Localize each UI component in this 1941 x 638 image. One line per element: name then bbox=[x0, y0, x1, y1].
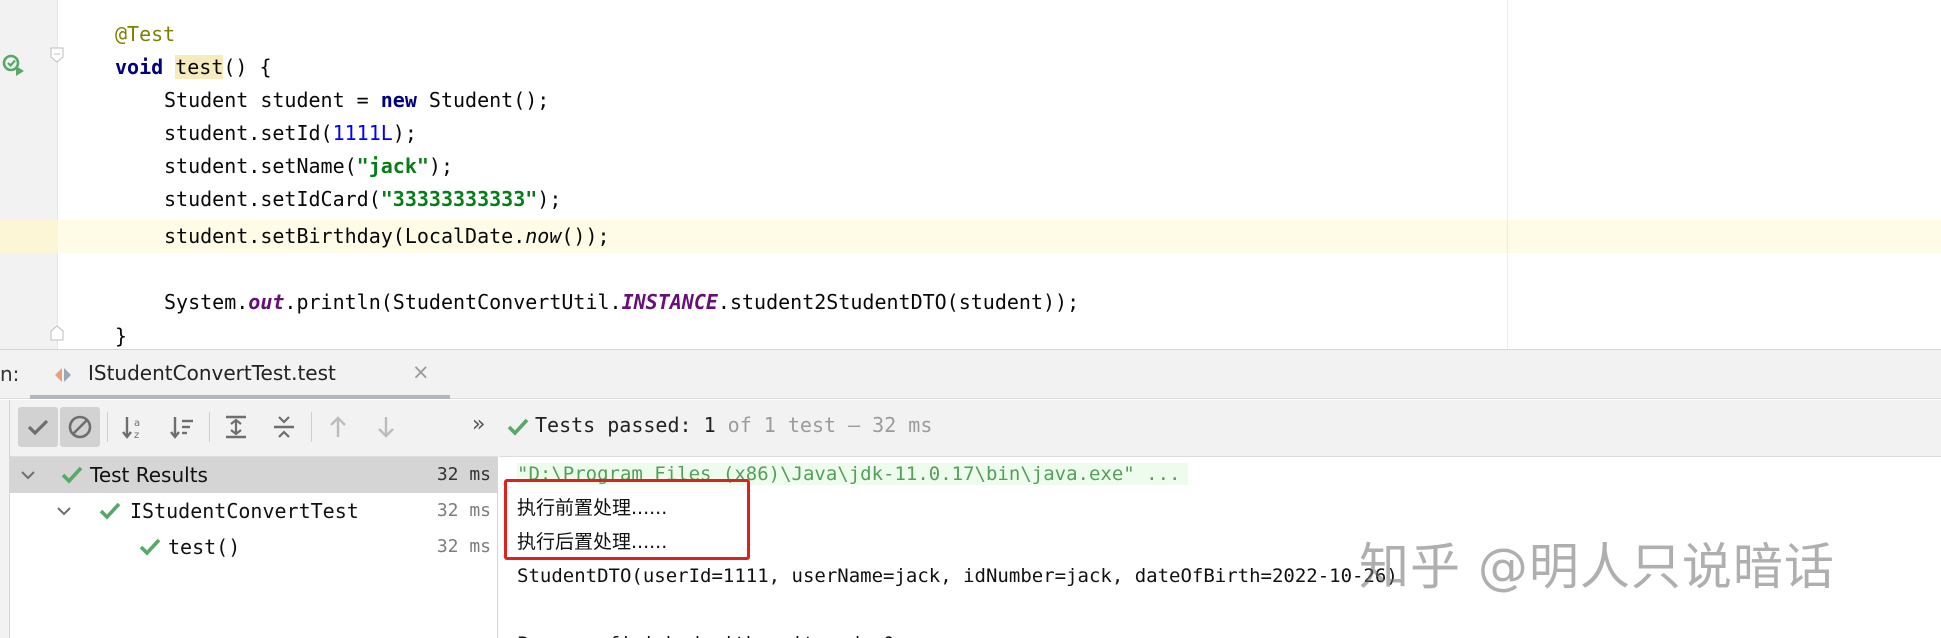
sort-alphabetically-button[interactable]: az bbox=[114, 407, 154, 447]
code-line-set-birthday[interactable]: student.setBirthday(LocalDate.now()); bbox=[164, 220, 610, 253]
code-token: ); bbox=[428, 154, 453, 178]
collapse-all-button[interactable] bbox=[264, 407, 304, 447]
expand-all-icon bbox=[226, 415, 246, 439]
code-token: ()); bbox=[561, 224, 610, 248]
highlight-box bbox=[504, 479, 750, 560]
show-ignored-icon bbox=[68, 415, 92, 439]
field-token: INSTANCE bbox=[621, 290, 718, 314]
tree-row-test-results[interactable]: Test Results 32 ms bbox=[10, 457, 497, 493]
toolbar-separator bbox=[107, 412, 108, 442]
passed-check-icon bbox=[99, 502, 121, 520]
code-line-set-id-card[interactable]: student.setIdCard("33333333333"); bbox=[164, 183, 561, 216]
code-line-new-student[interactable]: Student student = new Student(); bbox=[164, 84, 549, 117]
run-tool-window-header: n: IStudentConvertTest.test × bbox=[0, 349, 1941, 399]
show-passed-icon bbox=[27, 419, 49, 436]
sort-duration-icon bbox=[170, 417, 193, 439]
annotation-token: @Test bbox=[115, 22, 176, 46]
code-line-method-decl[interactable]: void test() { bbox=[115, 51, 272, 84]
show-passed-button[interactable] bbox=[18, 407, 58, 447]
code-token: .println(StudentConvertUtil. bbox=[284, 290, 622, 314]
method-name-token: test bbox=[175, 55, 224, 79]
run-tab-label: IStudentConvertTest.test bbox=[88, 361, 336, 385]
show-ignored-button[interactable] bbox=[60, 407, 100, 447]
keyword-token: void bbox=[115, 55, 164, 79]
run-test-icon[interactable] bbox=[2, 52, 28, 78]
code-token: student.setId( bbox=[164, 121, 333, 145]
string-token: "33333333333" bbox=[380, 187, 538, 211]
code-line-println[interactable]: System.out.println(StudentConvertUtil.IN… bbox=[164, 286, 1079, 319]
run-window-label: n: bbox=[0, 362, 20, 386]
code-token: } bbox=[115, 324, 128, 348]
fold-end-icon[interactable] bbox=[50, 325, 64, 341]
test-runner-toolbar: az » Tests passed: 1 of 1 test – 32 ms bbox=[10, 400, 1941, 456]
method-token: now bbox=[525, 224, 562, 248]
more-actions-button[interactable]: » bbox=[472, 412, 485, 437]
test-results-tree[interactable]: Test Results 32 ms IStudentConvertTest 3… bbox=[10, 456, 498, 638]
tree-item-duration: 32 ms bbox=[436, 464, 491, 485]
code-token: System. bbox=[164, 290, 249, 314]
code-token: student.setName( bbox=[164, 154, 357, 178]
caret-row-gutter-highlight bbox=[0, 220, 58, 253]
fold-icon[interactable] bbox=[50, 47, 64, 63]
svg-text:z: z bbox=[134, 430, 139, 441]
status-count: 1 bbox=[703, 413, 716, 437]
sort-by-duration-button[interactable] bbox=[162, 407, 202, 447]
code-editor[interactable]: @Test void test() { Student student = ne… bbox=[0, 0, 1941, 349]
tree-row-test-class[interactable]: IStudentConvertTest 32 ms bbox=[10, 493, 497, 529]
chevron-down-icon[interactable] bbox=[54, 501, 74, 521]
code-token: () { bbox=[223, 55, 272, 79]
right-margin-guide bbox=[1507, 0, 1508, 349]
tree-item-duration: 32 ms bbox=[436, 500, 491, 521]
tree-item-label: Test Results bbox=[90, 463, 208, 487]
next-failed-button[interactable] bbox=[366, 407, 406, 447]
chevron-down-icon[interactable] bbox=[18, 465, 38, 485]
tree-item-label: IStudentConvertTest bbox=[130, 499, 359, 523]
collapse-all-icon bbox=[274, 416, 294, 438]
code-line-set-name[interactable]: student.setName("jack"); bbox=[164, 150, 453, 183]
code-token: ); bbox=[392, 121, 417, 145]
next-failed-icon bbox=[378, 417, 394, 438]
status-label: Tests passed: bbox=[535, 413, 704, 437]
tests-passed-icon bbox=[507, 418, 529, 436]
sort-alpha-icon: az bbox=[122, 417, 140, 441]
toolbar-separator bbox=[209, 412, 210, 442]
watermark: 知乎 @明人只说暗话 bbox=[1359, 538, 1835, 596]
passed-check-icon bbox=[139, 538, 161, 556]
code-line-annotation[interactable]: @Test bbox=[115, 18, 175, 51]
status-summary: of 1 test – 32 ms bbox=[715, 413, 933, 437]
test-status: Tests passed: 1 of 1 test – 32 ms bbox=[535, 413, 932, 437]
active-tab-indicator bbox=[30, 395, 450, 399]
number-token: 1111L bbox=[332, 121, 393, 145]
code-line-close-brace[interactable]: } bbox=[115, 320, 127, 349]
tree-item-duration: 32 ms bbox=[436, 536, 491, 557]
run-tab[interactable]: IStudentConvertTest.test × bbox=[30, 350, 450, 399]
console-line-exit: Process finished with exit code 0 bbox=[517, 627, 895, 638]
tree-item-label: test() bbox=[168, 535, 241, 559]
field-token: out bbox=[248, 290, 285, 314]
code-token: ); bbox=[537, 187, 562, 211]
svg-text:a: a bbox=[134, 418, 140, 429]
close-icon[interactable]: × bbox=[412, 360, 430, 384]
string-token: "jack" bbox=[356, 154, 429, 178]
passed-check-icon bbox=[61, 466, 83, 484]
code-token: .student2StudentDTO(student)); bbox=[717, 290, 1080, 314]
code-token: student.setBirthday(LocalDate. bbox=[164, 224, 526, 248]
console-output[interactable]: "D:\Program Files (x86)\Java\jdk-11.0.17… bbox=[499, 456, 1941, 638]
code-token: Student student = bbox=[164, 88, 381, 112]
test-config-icon bbox=[55, 368, 71, 382]
code-line-set-id[interactable]: student.setId(1111L); bbox=[164, 117, 417, 150]
tool-window-left-strip bbox=[0, 400, 10, 638]
prev-failed-icon bbox=[330, 416, 346, 437]
code-token: Student(); bbox=[416, 88, 550, 112]
previous-failed-button[interactable] bbox=[318, 407, 358, 447]
console-line-dto: StudentDTO(userId=1111, userName=jack, i… bbox=[517, 565, 1398, 587]
toolbar-separator bbox=[311, 412, 312, 442]
code-token: student.setIdCard( bbox=[164, 187, 381, 211]
keyword-token: new bbox=[380, 88, 417, 112]
tree-row-test-method[interactable]: test() 32 ms bbox=[10, 529, 497, 565]
expand-all-button[interactable] bbox=[216, 407, 256, 447]
